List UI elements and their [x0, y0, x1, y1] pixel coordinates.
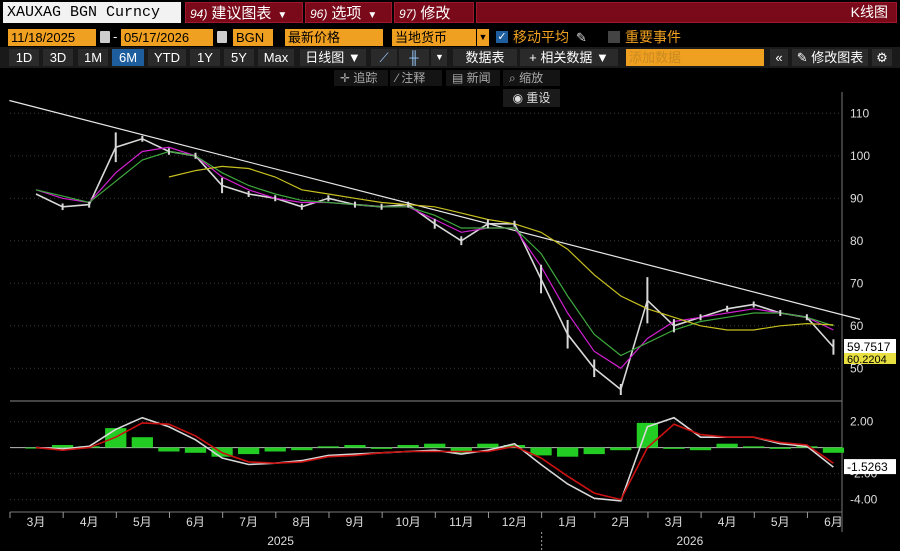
price-tick-label: 60 — [850, 319, 864, 333]
x-tick-label: 10月 — [395, 515, 420, 529]
histogram-bar — [716, 443, 738, 448]
year-label: 2026 — [677, 534, 704, 548]
x-tick-label: 8月 — [292, 515, 311, 529]
histogram-bar — [663, 447, 685, 449]
x-tick-label: 9月 — [346, 515, 365, 529]
histogram-bar — [131, 437, 153, 448]
histogram-bar — [769, 447, 791, 449]
price-tick-label: 90 — [850, 191, 864, 205]
x-tick-label: 5月 — [133, 515, 152, 529]
price-line — [35, 137, 834, 391]
x-tick-label: 3月 — [27, 515, 46, 529]
histogram-bar — [822, 447, 845, 453]
trendline — [9, 99, 861, 320]
histogram-bar — [184, 447, 207, 453]
year-label: 2025 — [267, 534, 294, 548]
x-tick-label: 4月 — [80, 515, 99, 529]
histogram-bar — [424, 443, 446, 448]
macd-tick-label: -4.00 — [850, 493, 878, 507]
price-plot — [9, 99, 861, 395]
ma-long-line — [168, 165, 834, 331]
x-tick-label: 1月 — [558, 515, 577, 529]
histogram-bar — [344, 445, 366, 448]
x-tick-label: 4月 — [718, 515, 737, 529]
price-tick-label: 110 — [850, 106, 869, 120]
ma-short-line — [35, 146, 834, 370]
x-tick-label: 5月 — [771, 515, 790, 529]
x-tick-label: 11月 — [449, 515, 473, 529]
histogram-bar — [317, 446, 340, 448]
histogram-bar — [370, 447, 393, 449]
histogram-bar — [743, 446, 765, 448]
x-tick-label: 6月 — [824, 515, 843, 529]
histogram-bar — [158, 447, 180, 452]
histogram-bar — [291, 447, 313, 451]
macd-tick-label: 2.00 — [850, 415, 874, 429]
last-price-label: 59.7517 — [847, 340, 891, 354]
ma-label: 60.2204 — [847, 354, 887, 366]
x-tick-label: 6月 — [186, 515, 205, 529]
histogram-bar — [51, 445, 74, 448]
macd-last-label: -1.5263 — [847, 460, 888, 474]
price-tick-label: 70 — [850, 276, 864, 290]
x-tick-label: 12月 — [502, 515, 527, 529]
macd-plot — [25, 416, 845, 502]
signal-line — [35, 422, 834, 501]
price-chart[interactable]: 50607080901001102.00-2.00-4.003月4月5月6月7月… — [0, 0, 900, 551]
histogram-bar — [610, 447, 632, 451]
histogram-bar — [689, 447, 712, 451]
x-tick-label: 7月 — [239, 515, 258, 529]
histogram-bar — [583, 447, 605, 455]
histogram-bar — [264, 447, 286, 452]
histogram-bar — [238, 447, 260, 455]
x-tick-label: 2月 — [611, 515, 630, 529]
histogram-bar — [477, 443, 499, 448]
macd-line — [35, 416, 834, 502]
price-tick-label: 100 — [850, 149, 870, 163]
histogram-bar — [397, 445, 419, 448]
ma-mid-line — [35, 150, 834, 357]
histogram-bar — [556, 447, 579, 457]
price-tick-label: 80 — [850, 234, 864, 248]
x-tick-label: 3月 — [665, 515, 684, 529]
